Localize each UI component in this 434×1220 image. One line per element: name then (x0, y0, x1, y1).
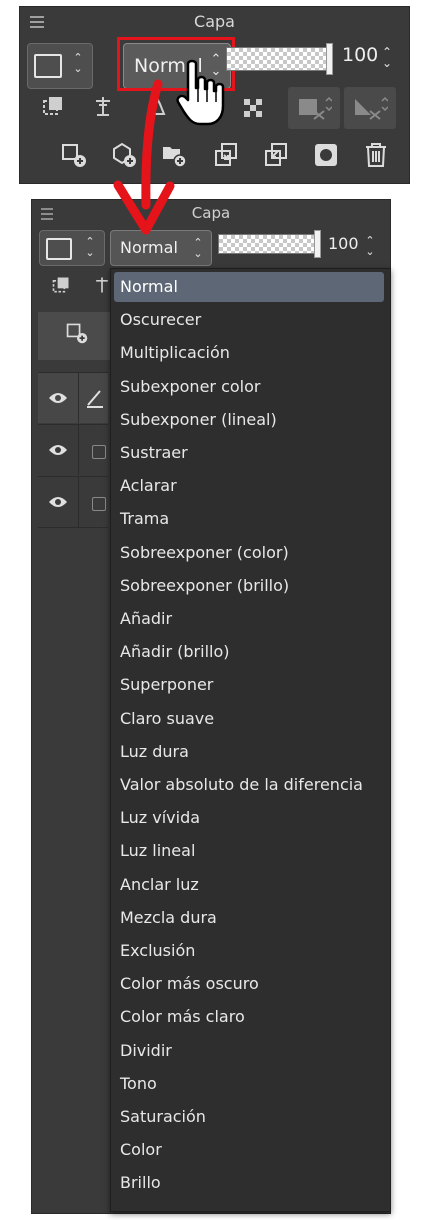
dropdown-option[interactable]: Añadir (114, 604, 384, 634)
panel-title: Capa (191, 204, 231, 222)
dropdown-option[interactable]: Trama (114, 504, 384, 534)
dropdown-option[interactable]: Color (114, 1135, 384, 1165)
eye-visibility-icon[interactable] (46, 490, 70, 514)
dropdown-option[interactable]: Valor absoluto de la diferencia (114, 770, 384, 800)
create-layer-mask-icon[interactable] (310, 139, 342, 171)
dropdown-option[interactable]: Exclusión (114, 936, 384, 966)
opacity-slider[interactable] (218, 234, 320, 254)
dropdown-option[interactable]: Normal (114, 272, 384, 302)
eye-visibility-icon[interactable] (46, 386, 70, 410)
dropdown-option[interactable]: Mezcla dura (114, 903, 384, 933)
clip-layer-icon[interactable] (48, 272, 74, 298)
blend-mode-select[interactable]: Normal ⌃ ⌄ (110, 230, 212, 266)
dropdown-option[interactable]: Sustraer (114, 438, 384, 468)
merge-to-lower-layer-icon[interactable] (260, 139, 292, 171)
blend-mode-dropdown-list: Normal Oscurecer Multiplicación Subexponer … (110, 268, 391, 1212)
dropdown-option[interactable]: Dividir (114, 1036, 384, 1066)
opacity-value: 100 (342, 44, 379, 66)
new-raster-layer-icon[interactable] (58, 139, 90, 171)
spinner-arrows-icon[interactable]: ⌃ ⌄ (82, 236, 98, 258)
dropdown-option[interactable]: Aclarar (114, 471, 384, 501)
layer-row[interactable] (38, 372, 108, 423)
opacity-slider[interactable] (226, 47, 332, 71)
opacity-spinner-icon[interactable]: ⌃ ⌄ (380, 46, 394, 69)
dropdown-option[interactable]: Brillo (114, 1168, 384, 1198)
clip-layer-icon[interactable] (38, 91, 68, 121)
layer-checkbox[interactable] (92, 445, 106, 459)
dropdown-option[interactable]: Oscurecer (114, 305, 384, 335)
opacity-spinner-icon[interactable]: ⌃ ⌄ (364, 235, 376, 257)
layer-color-control[interactable]: ⌃ ⌄ (39, 230, 105, 266)
dropdown-option[interactable]: Superponer (114, 670, 384, 700)
dropdown-option[interactable]: Multiplicación (114, 338, 384, 368)
dropdown-option[interactable]: Tono (114, 1069, 384, 1099)
dropdown-option[interactable]: Luz dura (114, 737, 384, 767)
dropdown-option[interactable]: Luz vívida (114, 803, 384, 833)
dropdown-option[interactable]: Sobreexponer (brillo) (114, 571, 384, 601)
opacity-slider-thumb[interactable] (314, 230, 321, 258)
lock-transparent-icon[interactable] (238, 93, 268, 123)
eye-visibility-icon[interactable] (46, 438, 70, 462)
new-raster-layer-icon[interactable] (62, 318, 92, 348)
new-vector-layer-icon[interactable] (108, 139, 140, 171)
new-folder-icon[interactable] (158, 139, 190, 171)
ruler-toggle-icon[interactable] (344, 87, 396, 129)
dropdown-option[interactable]: Color más oscuro (114, 969, 384, 999)
layer-color-swatch-icon (46, 238, 72, 260)
pencil-icon (84, 386, 106, 410)
opacity-value: 100 (328, 234, 359, 253)
draft-layer-icon[interactable] (142, 91, 172, 121)
dropdown-option[interactable]: Luz lineal (114, 836, 384, 866)
delete-layer-icon[interactable] (360, 139, 392, 171)
reference-layer-icon[interactable] (92, 272, 112, 298)
layer-checkbox[interactable] (92, 497, 106, 511)
dropdown-option[interactable]: Sobreexponer (color) (114, 538, 384, 568)
dropdown-option[interactable]: Subexponer color (114, 372, 384, 402)
blend-mode-value: Normal (120, 238, 178, 257)
dropdown-option[interactable]: Color más claro (114, 1002, 384, 1032)
panel-title: Capa (194, 12, 235, 31)
reference-layer-icon[interactable] (88, 91, 118, 121)
dropdown-option[interactable]: Saturación (114, 1102, 384, 1132)
spinner-arrows-icon: ⌃ ⌄ (193, 236, 203, 260)
layer-panel-bottom: Capa ⌃ ⌄ Normal ⌃ ⌄ 100 ⌃ ⌄ Normal Oscur… (31, 199, 391, 1214)
transfer-to-lower-layer-icon[interactable] (210, 139, 242, 171)
layer-color-swatch-icon (34, 54, 62, 78)
dropdown-option[interactable]: Subexponer (lineal) (114, 405, 384, 435)
highlight-annotation-box (117, 37, 235, 91)
layer-color-control[interactable]: ⌃ ⌄ (27, 43, 93, 89)
layer-panel-top: Capa ⌃ ⌄ Normal ⌃ ⌄ 100 ⌃ ⌄ (19, 6, 410, 184)
layer-list (38, 372, 108, 528)
opacity-slider-thumb[interactable] (326, 43, 333, 75)
dropdown-option[interactable]: Claro suave (114, 704, 384, 734)
dropdown-option[interactable]: Añadir (brillo) (114, 637, 384, 667)
spinner-arrows-icon[interactable]: ⌃ ⌄ (70, 52, 86, 74)
layer-row[interactable] (38, 476, 108, 528)
layer-row[interactable] (38, 424, 108, 475)
dropdown-option[interactable]: Anclar luz (114, 870, 384, 900)
layer-mask-toggle-icon[interactable] (288, 87, 340, 129)
